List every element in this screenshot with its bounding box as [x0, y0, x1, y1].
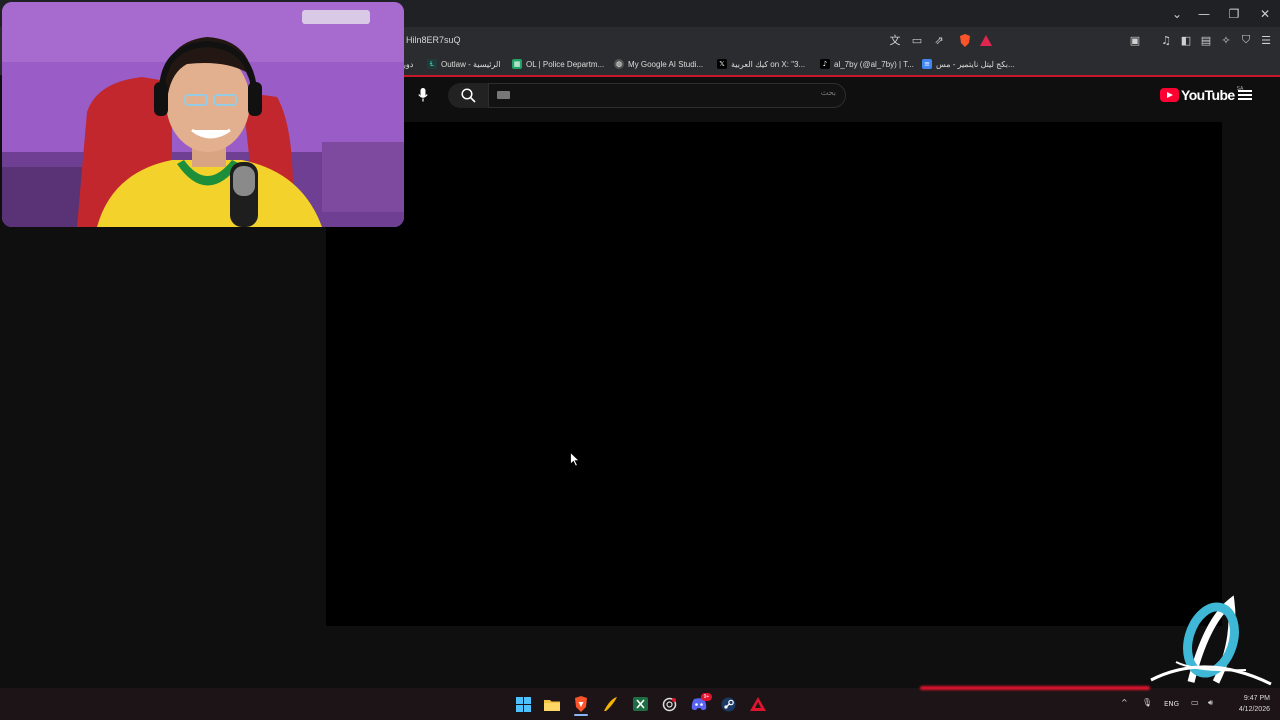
tab-search-chevron-icon[interactable]: ⌄ [1162, 0, 1192, 27]
microphone-tray-icon[interactable]: 🎙︎ [1142, 698, 1152, 707]
windows-start-icon[interactable] [513, 694, 533, 714]
clock-time: 9:47 PM [1243, 695, 1270, 702]
webcam-overlay [2, 2, 404, 227]
voice-search-mic-icon[interactable] [413, 85, 433, 105]
active-app-indicator [574, 714, 588, 716]
app-pen-icon[interactable] [600, 694, 620, 714]
volume-icon[interactable]: 🔊︎ [1208, 698, 1213, 708]
brave-shields-icon[interactable] [956, 31, 974, 49]
vpn-icon[interactable]: ⛉ [1237, 31, 1255, 49]
clock-date: 4/12/2026 [1238, 706, 1270, 713]
minimize-button[interactable]: — [1189, 0, 1219, 27]
video-player[interactable] [326, 122, 1222, 626]
cast-icon[interactable]: ▭ [908, 31, 926, 49]
restore-button[interactable]: ❐ [1219, 0, 1249, 27]
close-button[interactable]: ✕ [1250, 0, 1280, 27]
outlaw-icon: Ɫ [427, 59, 437, 69]
show-hidden-icons-chevron-icon[interactable]: ^ [1121, 698, 1128, 707]
docs-icon: ≡ [922, 59, 932, 69]
search-button[interactable] [448, 83, 488, 108]
bookmark-item[interactable]: ▦ OL | Police Departm... [512, 56, 604, 72]
search-placeholder: بحث [820, 88, 836, 97]
brave-rewards-icon[interactable] [977, 31, 995, 49]
excel-icon[interactable] [630, 694, 650, 714]
search-icon [460, 88, 476, 103]
bookmark-item[interactable]: ≡ بكج ليتل نايتمير - مس... [922, 56, 1015, 72]
wallet-icon[interactable]: ▤ [1197, 31, 1215, 49]
bookmark-item[interactable]: 𝕏 كيك العربية on X: "3... [717, 56, 805, 72]
x-icon: 𝕏 [717, 59, 727, 69]
media-icon[interactable]: ♫ [1157, 31, 1175, 49]
mouse-cursor-icon [570, 451, 580, 472]
tiktok-icon: ♪ [820, 59, 830, 69]
youtube-logo-text: YouTube [1181, 87, 1235, 103]
file-explorer-icon[interactable] [542, 694, 562, 714]
bookmark-label: al_7by (@al_7by) | T... [834, 59, 914, 69]
chatgpt-icon[interactable] [659, 694, 679, 714]
bookmark-label: Outlaw - الرئيسية [441, 59, 501, 69]
sheets-icon: ▦ [512, 59, 522, 69]
bookmark-label: كيك العربية on X: "3... [731, 59, 806, 69]
sidebar-icon[interactable]: ◧ [1177, 31, 1195, 49]
bookmark-label: My Google AI Studi... [628, 59, 704, 69]
bookmark-label: بكج ليتل نايتمير - مس... [936, 59, 1015, 69]
globe-icon: ◍ [614, 59, 624, 69]
hamburger-menu-icon[interactable] [1238, 88, 1252, 102]
bookmark-item[interactable]: ◍ My Google AI Studi... [614, 56, 703, 72]
discord-notification-badge: 9+ [701, 693, 712, 701]
share-icon[interactable]: ⇗ [930, 31, 948, 49]
reader-mode-icon[interactable]: ▣ [1126, 31, 1144, 49]
steam-icon[interactable] [718, 694, 738, 714]
bookmark-item[interactable]: Ɫ Outlaw - الرئيسية [427, 56, 501, 72]
network-icon[interactable]: ▭ [1191, 698, 1199, 707]
keyboard-icon[interactable] [497, 91, 510, 99]
youtube-logo[interactable]: YouTube SA [1160, 86, 1243, 103]
streamer-logo-watermark [1136, 582, 1276, 697]
bookmark-label: OL | Police Departm... [526, 59, 605, 69]
leo-ai-icon[interactable]: ✧ [1217, 31, 1235, 49]
brave-browser-icon[interactable] [571, 694, 591, 714]
bookmark-item[interactable]: ♪ al_7by (@al_7by) | T... [820, 56, 914, 72]
youtube-play-icon [1160, 88, 1179, 102]
system-clock[interactable]: 9:47 PM 4/12/2026 [1226, 693, 1270, 715]
taskbar-accent-glow [920, 686, 1150, 690]
app-menu-icon[interactable]: ☰ [1257, 31, 1275, 49]
translate-icon[interactable]: 文 [886, 31, 904, 49]
valorant-icon[interactable] [748, 694, 768, 714]
language-indicator[interactable]: ENG [1164, 700, 1179, 708]
